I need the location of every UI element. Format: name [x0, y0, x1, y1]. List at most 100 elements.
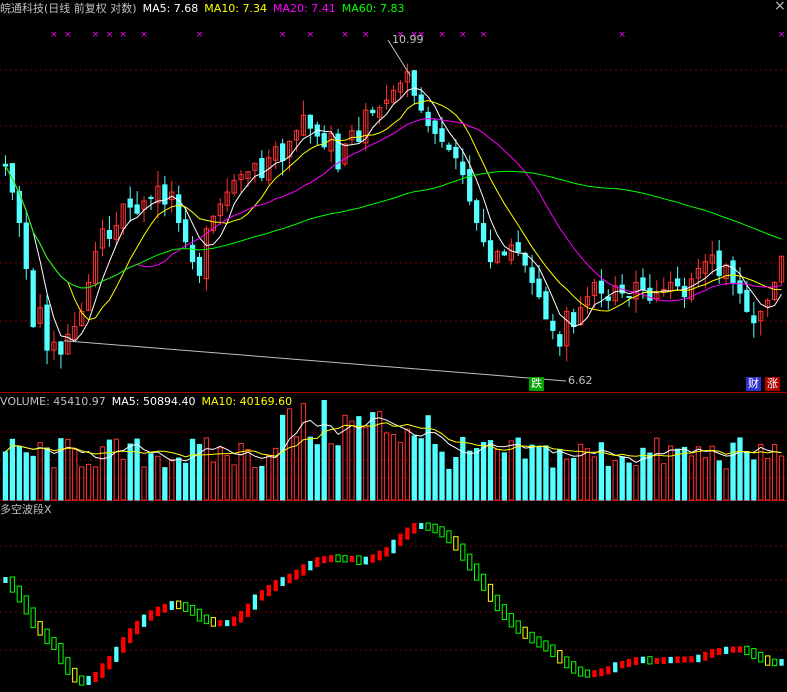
band-down-segment: [439, 526, 445, 538]
indicator-panel[interactable]: [3, 522, 784, 686]
signal-marker: ×: [362, 30, 370, 40]
band-up-segment: [294, 569, 299, 580]
candle-down: [647, 287, 653, 301]
volume-bar-down: [515, 437, 521, 501]
volume-bar-up: [702, 457, 708, 501]
candle-down: [453, 146, 459, 159]
band-down-segment: [210, 617, 216, 627]
band-down-segment: [571, 661, 577, 674]
signal-marker: ×: [119, 30, 127, 40]
volume-bar-up: [390, 433, 397, 501]
band-up-segment: [134, 620, 140, 635]
volume-bar-down: [681, 446, 688, 501]
stock-chart-canvas: × × × × × × × × × × × × × × × × × × ×: [0, 30, 787, 686]
candle-down: [162, 184, 168, 205]
volume-bar-up: [661, 463, 667, 501]
volume-bar-down: [127, 443, 133, 501]
band-up-segment: [370, 554, 375, 563]
band-up-segment: [377, 550, 382, 561]
band-up-segment: [592, 670, 597, 678]
band-up-segment: [252, 594, 258, 610]
candle-down: [501, 251, 508, 256]
volume-bar-down: [182, 462, 189, 501]
candle-down: [2, 163, 9, 167]
band-up-segment: [121, 637, 126, 653]
band-down-segment: [9, 576, 16, 593]
candle-down: [279, 143, 286, 162]
volume-bar-up: [120, 458, 126, 501]
signal-marker: ×: [279, 30, 287, 40]
signal-marker: ×: [618, 30, 626, 40]
band-up-segment: [114, 646, 119, 662]
band-down-segment: [51, 637, 57, 650]
volume-bar-up: [92, 466, 99, 501]
volume-bar-down: [356, 416, 362, 501]
candle-down: [730, 260, 736, 283]
volume-bar-up: [383, 432, 390, 501]
band-up-segment: [107, 655, 112, 670]
tag-fall[interactable]: 跌: [529, 377, 544, 391]
volume-bar-down: [418, 438, 424, 501]
band-up-segment: [238, 610, 244, 623]
volume-bar-up: [758, 443, 764, 501]
band-up-segment: [620, 660, 625, 669]
signal-marker: ×: [196, 30, 204, 40]
volume-bar-up: [404, 428, 411, 501]
volume-bar-up: [654, 437, 660, 501]
band-up-segment: [322, 556, 327, 564]
band-up-segment: [287, 573, 292, 584]
volume-bar-up: [564, 458, 570, 501]
volume-bar-down: [314, 444, 320, 501]
tag-rise[interactable]: 涨: [765, 377, 780, 391]
band-up-segment: [398, 533, 403, 546]
candle-down: [370, 109, 376, 114]
band-down-segment: [515, 620, 521, 634]
volume-bar-down: [487, 440, 494, 501]
band-up-segment: [128, 628, 133, 644]
volume-bar-down: [106, 439, 113, 501]
band-down-segment: [196, 608, 203, 622]
band-up-segment: [93, 671, 98, 682]
volume-ma10-line: [5, 422, 782, 458]
band-up-segment: [100, 663, 105, 678]
candle-down: [598, 280, 605, 294]
candle-down: [571, 312, 577, 328]
ma60-legend: MA60: 7.83: [341, 2, 405, 15]
band-up-segment: [412, 523, 417, 534]
volume-bar-down: [571, 457, 577, 501]
band-up-segment: [218, 620, 223, 627]
close-icon[interactable]: ×: [772, 0, 787, 13]
band-down-segment: [550, 644, 556, 658]
candle-down: [744, 289, 750, 312]
candle-down: [716, 250, 722, 276]
volume-bar-down: [134, 438, 140, 501]
signal-marker: ×: [778, 30, 786, 40]
band-up-segment: [640, 656, 646, 664]
volume-bar-down: [30, 455, 36, 501]
candle-down: [307, 114, 313, 129]
signal-marker: ×: [438, 30, 446, 40]
band-down-segment: [557, 650, 563, 664]
candle-down: [321, 133, 327, 148]
volume-bar-up: [723, 468, 729, 501]
signal-marker: ×: [480, 30, 488, 40]
candle-down: [640, 277, 646, 290]
volume-bar-down: [640, 447, 646, 501]
band-up-segment: [696, 654, 701, 663]
volume-bar-down: [744, 451, 750, 501]
volume-bar-up: [231, 464, 237, 501]
band-down-segment: [647, 656, 653, 665]
candle-down: [134, 204, 140, 214]
volume-bar-down: [16, 446, 22, 501]
band-down-segment: [487, 583, 494, 602]
band-up-segment: [405, 527, 410, 540]
candle-down: [148, 196, 154, 199]
tag-finance[interactable]: 财: [746, 377, 761, 391]
band-up-segment: [266, 585, 271, 597]
price-panel[interactable]: × × × × × × × × × × × × × × × × × × ×: [2, 30, 786, 382]
candle-down: [460, 161, 466, 176]
volume-bar-down: [23, 452, 29, 501]
volume-bar-up: [79, 466, 85, 501]
volume-panel[interactable]: [2, 399, 785, 501]
volume-bar-up: [113, 438, 119, 501]
